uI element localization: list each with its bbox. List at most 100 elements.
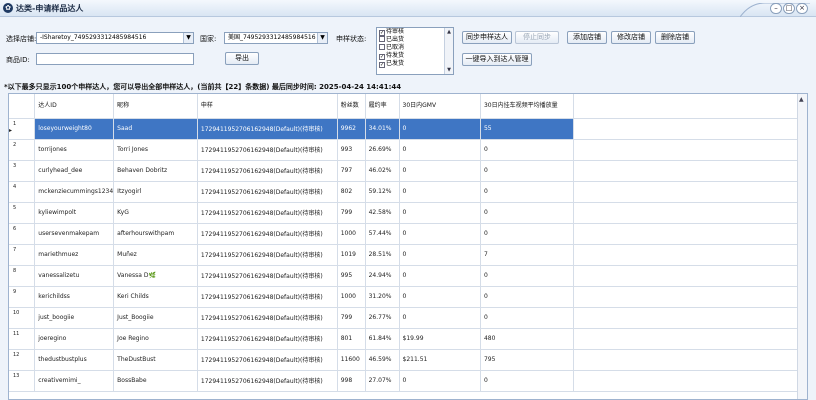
nickname-cell[interactable]: Torri Jones	[113, 139, 198, 161]
table-row[interactable]: 5 kyliewimpolt KyG 1729411952706162948(Defa…	[9, 202, 807, 224]
fulfillment-rate-cell[interactable]: 31.20%	[365, 286, 400, 308]
export-button[interactable]: 导出	[225, 52, 259, 65]
fans-cell[interactable]: 995	[337, 265, 366, 287]
fans-cell[interactable]: 1000	[337, 286, 366, 308]
table-row[interactable]: 2 torrijones Torri Jones 172941195270616294…	[9, 139, 807, 161]
creator-id-cell[interactable]: just_boogiie	[34, 307, 115, 329]
grid-scrollbar[interactable]: ▲	[797, 94, 807, 399]
row-number[interactable]: 8	[9, 265, 36, 287]
row-number[interactable]: 7	[9, 244, 36, 266]
fulfillment-rate-cell[interactable]: 26.77%	[365, 307, 400, 329]
gmv-cell[interactable]: 0	[399, 286, 481, 308]
creator-id-cell[interactable]: kerichildss	[34, 286, 115, 308]
sync-button[interactable]: 同步申样达人	[462, 31, 512, 44]
status-scrollbar[interactable]: ▲ ▼	[444, 28, 453, 74]
row-number[interactable]: 6	[9, 223, 36, 245]
row-number[interactable]: 5	[9, 202, 36, 224]
sample-cell[interactable]: 1729411952706162948(Default)(待审核)	[197, 265, 338, 287]
column-header[interactable]: 粉丝数	[337, 94, 366, 119]
table-row[interactable]: 11 joeregino Joe Regino 1729411952706162948…	[9, 328, 807, 350]
fans-cell[interactable]: 801	[337, 328, 366, 350]
nickname-cell[interactable]: Behaven Dobritz	[113, 160, 198, 182]
avg-views-cell[interactable]: 0	[480, 139, 574, 161]
table-row[interactable]: 4 mckenziecummings1234 Itzyogirl 1729411952…	[9, 181, 807, 203]
country-select[interactable]: 美国_7495293312485984516 ▼	[224, 32, 328, 44]
column-header[interactable]: 30日内GMV	[399, 94, 481, 119]
sample-cell[interactable]: 1729411952706162948(Default)(待审核)	[197, 286, 338, 308]
creator-id-cell[interactable]: torrijones	[34, 139, 115, 161]
maximize-button[interactable]: □	[783, 3, 795, 14]
fulfillment-rate-cell[interactable]: 46.02%	[365, 160, 400, 182]
status-option[interactable]: ✓ 已发货	[377, 60, 453, 68]
creator-id-cell[interactable]: curlyhead_dee	[34, 160, 115, 182]
column-header[interactable]: 30日内挂车视频平均播放量	[480, 94, 574, 119]
creator-id-cell[interactable]: vanessalizetu	[34, 265, 115, 287]
row-number[interactable]: 9	[9, 286, 36, 308]
fans-cell[interactable]: 1019	[337, 244, 366, 266]
avg-views-cell[interactable]: 0	[480, 160, 574, 182]
table-row[interactable]: 8 vanessalizetu Vanessa D🌿 1729411952706162…	[9, 265, 807, 287]
scroll-up-icon[interactable]: ▲	[799, 96, 804, 103]
import-to-creator-button[interactable]: 一键导入到达人管理	[462, 53, 532, 66]
fans-cell[interactable]: 797	[337, 160, 366, 182]
nickname-cell[interactable]: TheDustBust	[113, 349, 198, 371]
nickname-cell[interactable]: Vanessa D🌿	[113, 265, 198, 287]
table-row[interactable]: 13 creativemimi_ BossBabe 17294119527061629…	[9, 370, 807, 392]
row-number[interactable]: 1 ▸	[9, 118, 36, 140]
sample-cell[interactable]: 1729411952706162948(Default)(待审核)	[197, 223, 338, 245]
nickname-cell[interactable]: Saad	[113, 118, 198, 140]
status-option[interactable]: ✓ 待审核	[377, 28, 453, 36]
minimize-button[interactable]: –	[770, 3, 782, 14]
avg-views-cell[interactable]: 0	[480, 265, 574, 287]
fulfillment-rate-cell[interactable]: 34.01%	[365, 118, 400, 140]
sample-cell[interactable]: 1729411952706162948(Default)(待审核)	[197, 118, 338, 140]
row-number[interactable]: 2	[9, 139, 36, 161]
gmv-cell[interactable]: 0	[399, 139, 481, 161]
fulfillment-rate-cell[interactable]: 46.59%	[365, 349, 400, 371]
gmv-cell[interactable]: $19.99	[399, 328, 481, 350]
status-option[interactable]: 已取消	[377, 44, 453, 52]
table-row[interactable]: 6 usersevenmakepam afterhourswithpam 172941…	[9, 223, 807, 245]
scroll-down-icon[interactable]: ▼	[445, 66, 453, 74]
column-header[interactable]: 履约率	[365, 94, 400, 119]
gmv-cell[interactable]: 0	[399, 202, 481, 224]
creator-id-cell[interactable]: loseyourweight80	[34, 118, 115, 140]
sample-cell[interactable]: 1729411952706162948(Default)(待审核)	[197, 349, 338, 371]
avg-views-cell[interactable]: 0	[480, 223, 574, 245]
table-row[interactable]: 10 just_boogiie Just_Boogiie 17294119527061…	[9, 307, 807, 329]
checkbox-icon[interactable]	[379, 44, 385, 50]
fulfillment-rate-cell[interactable]: 57.44%	[365, 223, 400, 245]
creator-id-cell[interactable]: mckenziecummings1234	[34, 181, 115, 203]
sample-cell[interactable]: 1729411952706162948(Default)(待审核)	[197, 328, 338, 350]
creator-id-cell[interactable]: creativemimi_	[34, 370, 115, 392]
row-number[interactable]: 3	[9, 160, 36, 182]
avg-views-cell[interactable]: 0	[480, 307, 574, 329]
sample-cell[interactable]: 1729411952706162948(Default)(待审核)	[197, 202, 338, 224]
gmv-cell[interactable]: $211.51	[399, 349, 481, 371]
sample-cell[interactable]: 1729411952706162948(Default)(待审核)	[197, 160, 338, 182]
gmv-cell[interactable]: 0	[399, 160, 481, 182]
gmv-cell[interactable]: 0	[399, 307, 481, 329]
row-number[interactable]: 12	[9, 349, 36, 371]
fulfillment-rate-cell[interactable]: 59.12%	[365, 181, 400, 203]
chevron-down-icon[interactable]: ▼	[183, 33, 193, 43]
table-row[interactable]: 9 kerichildss Keri Childs 17294119527061629…	[9, 286, 807, 308]
row-number[interactable]: 13	[9, 370, 36, 392]
column-header[interactable]: 昵称	[113, 94, 198, 119]
table-row[interactable]: 7 mariethmuez Muñez 1729411952706162948(Def…	[9, 244, 807, 266]
table-row[interactable]: 12 thedustbustplus TheDustBust 172941195270…	[9, 349, 807, 371]
row-number[interactable]: 10	[9, 307, 36, 329]
nickname-cell[interactable]: Joe Regino	[113, 328, 198, 350]
status-checklist[interactable]: ✓ 待审核 已出货 已取消 ✓ 待发货 ✓ 已发货 ▲ ▼	[376, 27, 454, 75]
avg-views-cell[interactable]: 480	[480, 328, 574, 350]
avg-views-cell[interactable]: 0	[480, 181, 574, 203]
table-row[interactable]: 3 curlyhead_dee Behaven Dobritz 17294119527…	[9, 160, 807, 182]
fans-cell[interactable]: 11600	[337, 349, 366, 371]
close-button[interactable]: ×	[796, 3, 808, 14]
sample-cell[interactable]: 1729411952706162948(Default)(待审核)	[197, 244, 338, 266]
creator-id-cell[interactable]: kyliewimpolt	[34, 202, 115, 224]
shop-select[interactable]: -ISharetoy_7495293312485984516 ▼	[36, 32, 194, 44]
sample-cell[interactable]: 1729411952706162948(Default)(待审核)	[197, 181, 338, 203]
status-option[interactable]: ✓ 待发货	[377, 52, 453, 60]
stop-sync-button[interactable]: 停止同步	[515, 31, 559, 44]
